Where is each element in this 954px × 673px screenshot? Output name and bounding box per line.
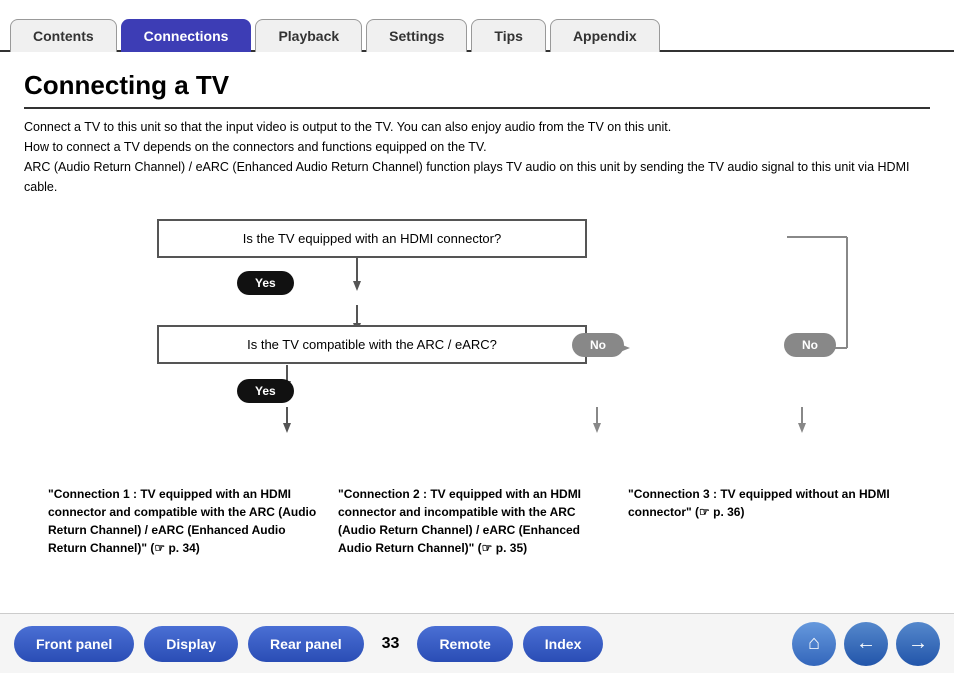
- bottom-nav-right: ⌂ ← →: [792, 622, 940, 666]
- yes-label-1: Yes: [255, 276, 276, 290]
- tab-playback[interactable]: Playback: [255, 19, 362, 52]
- page-title: Connecting a TV: [24, 70, 930, 109]
- tab-appendix[interactable]: Appendix: [550, 19, 660, 52]
- tab-settings[interactable]: Settings: [366, 19, 467, 52]
- back-icon: ←: [856, 632, 876, 655]
- nav-tabs: Contents Connections Playback Settings T…: [0, 0, 954, 52]
- intro-line-1: Connect a TV to this unit so that the in…: [24, 120, 671, 134]
- remote-button[interactable]: Remote: [417, 626, 512, 662]
- flowchart-q2-text: Is the TV compatible with the ARC / eARC…: [247, 337, 497, 352]
- tab-contents[interactable]: Contents: [10, 19, 117, 52]
- index-button[interactable]: Index: [523, 626, 604, 662]
- main-content: Connecting a TV Connect a TV to this uni…: [0, 52, 954, 557]
- flowchart-q2-box: Is the TV compatible with the ARC / eARC…: [157, 325, 587, 364]
- tab-connections[interactable]: Connections: [121, 19, 252, 52]
- home-button[interactable]: ⌂: [792, 622, 836, 666]
- display-button[interactable]: Display: [144, 626, 238, 662]
- forward-icon: →: [908, 632, 928, 655]
- yes-badge-1: Yes: [237, 271, 294, 295]
- bottom-nav-left: Front panel Display Rear panel 33 Remote…: [14, 626, 603, 662]
- no-label-2: No: [802, 338, 818, 352]
- yes-badge-2: Yes: [237, 379, 294, 403]
- flowchart: Is the TV equipped with an HDMI connecto…: [27, 215, 927, 535]
- tab-tips[interactable]: Tips: [471, 19, 546, 52]
- no-badge-1: No: [572, 333, 624, 357]
- flowchart-svg: [27, 215, 927, 535]
- intro-line-3: ARC (Audio Return Channel) / eARC (Enhan…: [24, 160, 909, 194]
- bottom-nav: Front panel Display Rear panel 33 Remote…: [0, 613, 954, 673]
- forward-button[interactable]: →: [896, 622, 940, 666]
- flowchart-q1-box: Is the TV equipped with an HDMI connecto…: [157, 219, 587, 258]
- home-icon: ⌂: [808, 632, 820, 655]
- yes-label-2: Yes: [255, 384, 276, 398]
- no-badge-2: No: [784, 333, 836, 357]
- page-number: 33: [382, 635, 400, 653]
- intro-line-2: How to connect a TV depends on the conne…: [24, 140, 487, 154]
- back-button[interactable]: ←: [844, 622, 888, 666]
- flowchart-q1-text: Is the TV equipped with an HDMI connecto…: [243, 231, 501, 246]
- rear-panel-button[interactable]: Rear panel: [248, 626, 364, 662]
- front-panel-button[interactable]: Front panel: [14, 626, 134, 662]
- intro-text: Connect a TV to this unit so that the in…: [24, 117, 930, 197]
- no-label-1: No: [590, 338, 606, 352]
